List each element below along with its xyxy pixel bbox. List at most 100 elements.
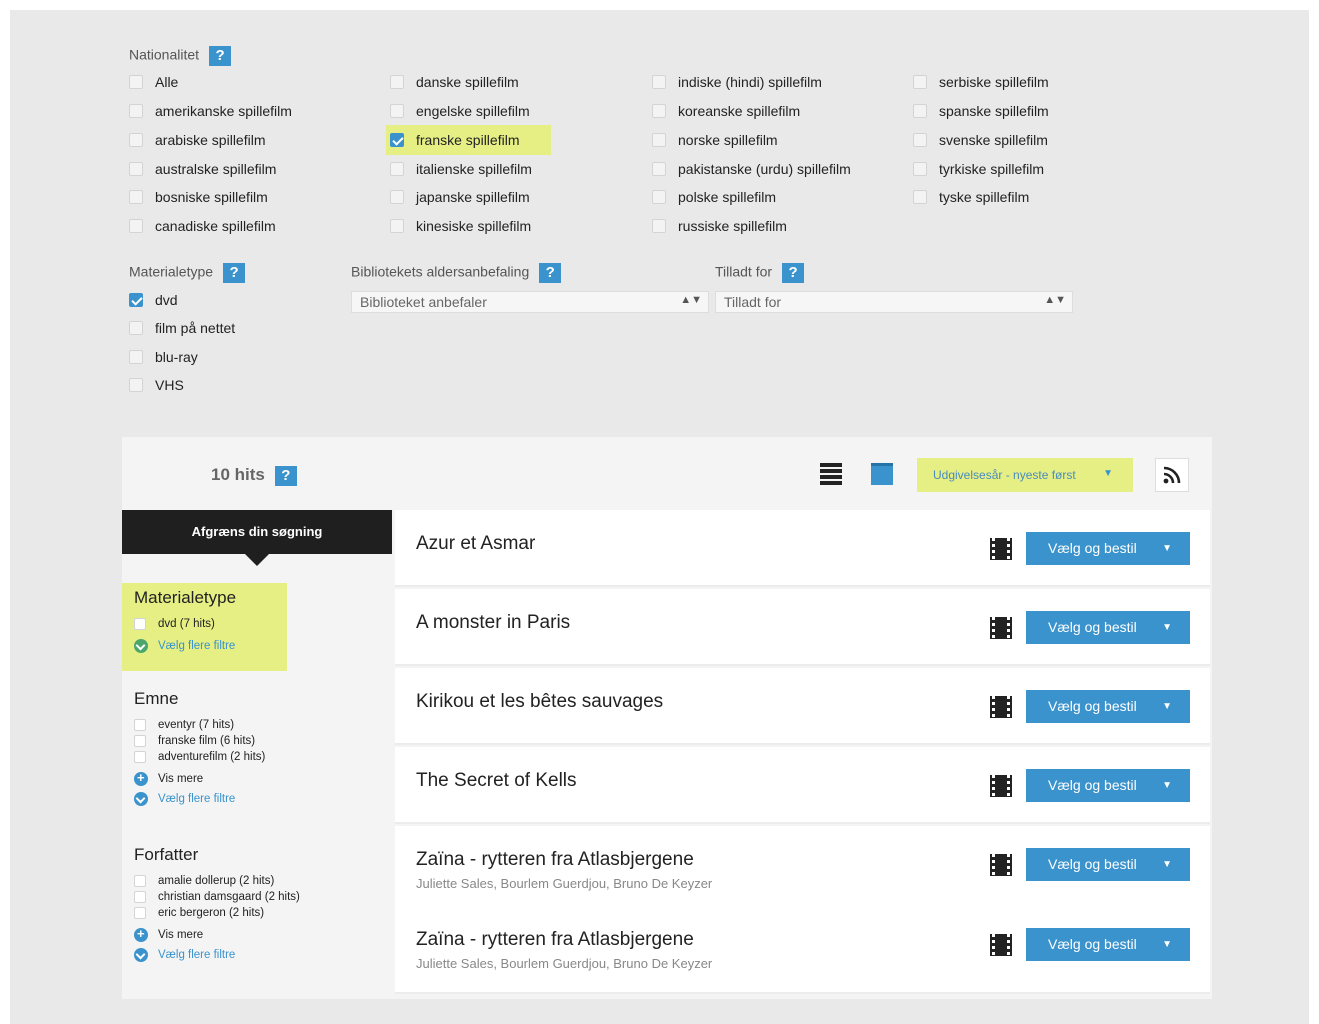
nationality-option[interactable]: australske spillefilm <box>129 159 276 179</box>
nationality-option[interactable]: danske spillefilm <box>390 72 519 92</box>
sort-dropdown[interactable]: Udgivelsesår - nyeste først ▼ <box>917 458 1133 492</box>
show-more-link[interactable]: Vis mere <box>134 926 203 943</box>
checkbox[interactable] <box>390 104 404 118</box>
nationality-option[interactable]: svenske spillefilm <box>913 130 1048 150</box>
select-and-order-button[interactable]: Vælg og bestil ▼ <box>1026 928 1190 961</box>
more-filters-link[interactable]: Vælg flere filtre <box>134 947 235 963</box>
select-and-order-button[interactable]: Vælg og bestil ▼ <box>1026 690 1190 723</box>
nationality-option[interactable]: pakistanske (urdu) spillefilm <box>652 159 851 179</box>
checkbox[interactable] <box>390 162 404 176</box>
facet-option[interactable]: christian damsgaard (2 hits) <box>134 889 300 905</box>
facet-option[interactable]: eventyr (7 hits) <box>134 717 234 733</box>
checkbox[interactable] <box>390 133 404 147</box>
help-icon[interactable]: ? <box>274 465 297 486</box>
material-option[interactable]: VHS <box>129 375 184 395</box>
facet-option[interactable]: franske film (6 hits) <box>134 733 255 749</box>
select-and-order-button[interactable]: Vælg og bestil ▼ <box>1026 769 1190 802</box>
nationality-option[interactable]: engelske spillefilm <box>390 101 530 121</box>
list-view-icon[interactable] <box>820 463 842 485</box>
checkbox[interactable] <box>129 293 143 307</box>
nationality-option[interactable]: spanske spillefilm <box>913 101 1049 121</box>
nationality-option[interactable]: franske spillefilm <box>390 130 519 150</box>
nationality-option[interactable]: arabiske spillefilm <box>129 130 265 150</box>
checkbox[interactable] <box>129 162 143 176</box>
checkbox[interactable] <box>390 190 404 204</box>
select-and-order-button[interactable]: Vælg og bestil ▼ <box>1026 611 1190 644</box>
nationality-option[interactable]: kinesiske spillefilm <box>390 216 531 236</box>
select-and-order-button[interactable]: Vælg og bestil ▼ <box>1026 848 1190 881</box>
checkbox[interactable] <box>129 75 143 89</box>
nationality-option[interactable]: russiske spillefilm <box>652 216 787 236</box>
checkbox[interactable] <box>129 350 143 364</box>
facet-option[interactable]: adventurefilm (2 hits) <box>134 749 265 765</box>
checkbox[interactable] <box>129 190 143 204</box>
checkbox[interactable] <box>134 618 146 630</box>
nationality-option[interactable]: italienske spillefilm <box>390 159 532 179</box>
checkbox[interactable] <box>134 907 146 919</box>
checkbox[interactable] <box>652 133 666 147</box>
checkbox[interactable] <box>134 891 146 903</box>
result-title[interactable]: Azur et Asmar <box>416 533 535 555</box>
result-row: Zaïna - rytteren fra Atlasbjergene Juliet… <box>395 826 1210 906</box>
grid-view-icon[interactable] <box>871 463 893 485</box>
checkbox[interactable] <box>390 219 404 233</box>
checkbox[interactable] <box>134 875 146 887</box>
checkbox[interactable] <box>129 219 143 233</box>
nationality-option[interactable]: norske spillefilm <box>652 130 778 150</box>
checkbox[interactable] <box>134 735 146 747</box>
age-title: Bibliotekets aldersanbefaling <box>351 263 530 280</box>
help-icon[interactable]: ? <box>223 263 246 283</box>
checkbox[interactable] <box>129 104 143 118</box>
nationality-option[interactable]: canadiske spillefilm <box>129 216 276 236</box>
nationality-option[interactable]: amerikanske spillefilm <box>129 101 292 121</box>
checkbox[interactable] <box>652 162 666 176</box>
result-title[interactable]: A monster in Paris <box>416 612 570 634</box>
material-option[interactable]: dvd <box>129 290 178 310</box>
facet-option[interactable]: eric bergeron (2 hits) <box>134 905 264 921</box>
checkbox[interactable] <box>129 378 143 392</box>
result-row: Zaïna - rytteren fra Atlasbjergene Juliet… <box>395 906 1210 994</box>
checkbox[interactable] <box>913 75 927 89</box>
checkbox[interactable] <box>652 190 666 204</box>
nationality-option[interactable]: koreanske spillefilm <box>652 101 800 121</box>
checkbox[interactable] <box>913 104 927 118</box>
help-icon[interactable]: ? <box>782 263 805 283</box>
checkbox[interactable] <box>129 321 143 335</box>
nationality-option[interactable]: tyrkiske spillefilm <box>913 159 1044 179</box>
checkbox[interactable] <box>390 75 404 89</box>
checkbox[interactable] <box>134 751 146 763</box>
facet-option[interactable]: dvd (7 hits) <box>134 616 215 632</box>
checkbox[interactable] <box>913 162 927 176</box>
show-more-link[interactable]: Vis mere <box>134 770 203 787</box>
nationality-option[interactable]: serbiske spillefilm <box>913 72 1049 92</box>
checkbox[interactable] <box>652 219 666 233</box>
result-title[interactable]: Zaïna - rytteren fra Atlasbjergene <box>416 929 694 951</box>
nationality-option[interactable]: tyske spillefilm <box>913 187 1029 207</box>
checkbox[interactable] <box>652 75 666 89</box>
help-icon[interactable]: ? <box>539 263 562 283</box>
facet-option[interactable]: amalie dollerup (2 hits) <box>134 873 274 889</box>
material-option[interactable]: film på nettet <box>129 318 235 338</box>
rss-icon[interactable] <box>1155 458 1189 492</box>
nationality-option[interactable]: bosniske spillefilm <box>129 187 268 207</box>
checkbox[interactable] <box>913 190 927 204</box>
nationality-option[interactable]: Alle <box>129 72 178 92</box>
checkbox[interactable] <box>652 104 666 118</box>
result-title[interactable]: Kirikou et les bêtes sauvages <box>416 691 663 713</box>
more-filters-link[interactable]: Vælg flere filtre <box>134 791 235 807</box>
checkbox[interactable] <box>129 133 143 147</box>
allowed-select[interactable]: Tilladt for ▲▼ <box>715 291 1073 313</box>
more-filters-link[interactable]: Vælg flere filtre <box>134 638 235 654</box>
result-row: A monster in Paris Vælg og bestil ▼ <box>395 589 1210 666</box>
nationality-option[interactable]: polske spillefilm <box>652 187 776 207</box>
age-select[interactable]: Biblioteket anbefaler ▲▼ <box>351 291 709 313</box>
checkbox[interactable] <box>913 133 927 147</box>
checkbox[interactable] <box>134 719 146 731</box>
result-title[interactable]: Zaïna - rytteren fra Atlasbjergene <box>416 849 694 871</box>
material-option[interactable]: blu-ray <box>129 347 198 367</box>
result-title[interactable]: The Secret of Kells <box>416 770 577 792</box>
select-and-order-button[interactable]: Vælg og bestil ▼ <box>1026 532 1190 565</box>
help-icon[interactable]: ? <box>209 46 232 66</box>
nationality-option[interactable]: indiske (hindi) spillefilm <box>652 72 822 92</box>
nationality-option[interactable]: japanske spillefilm <box>390 187 530 207</box>
